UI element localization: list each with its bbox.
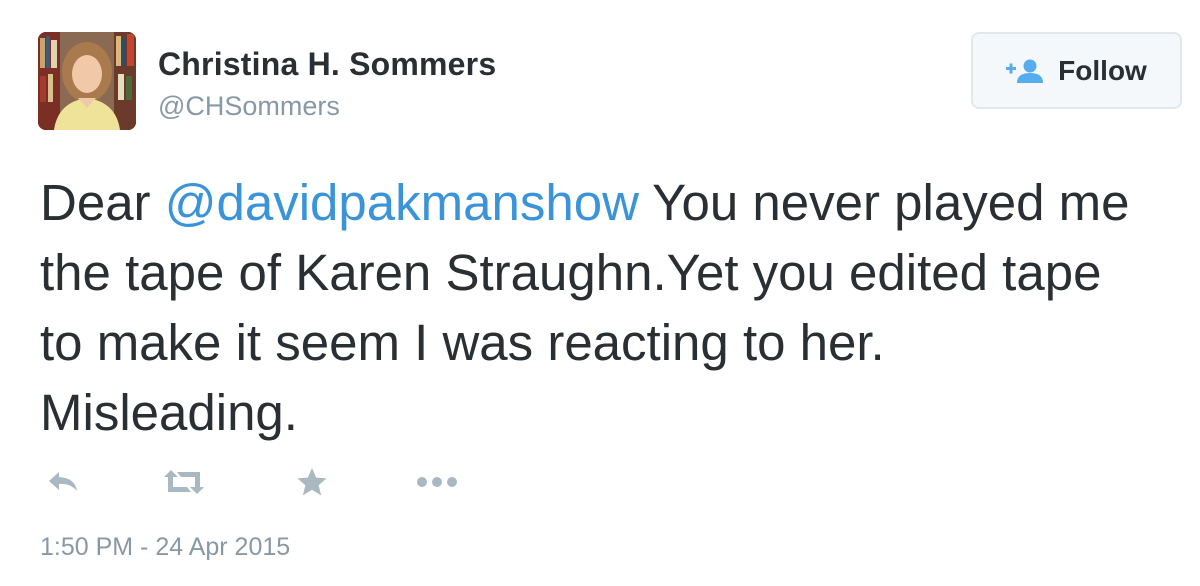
tweet-text: Dear @davidpakmanshow You never played m… [40,168,1150,448]
tweet-card: Christina H. Sommers @CHSommers Follow D… [0,0,1200,586]
star-icon [296,467,328,502]
more-button[interactable] [416,464,458,504]
avatar-image [38,32,136,130]
tweet-actions [46,464,466,504]
mention-link[interactable]: @davidpakmanshow [165,174,639,231]
retweet-button[interactable] [162,464,206,504]
user-name[interactable]: Christina H. Sommers [158,46,496,83]
tweet-timestamp[interactable]: 1:50 PM - 24 Apr 2015 [40,533,290,562]
follow-button[interactable]: Follow [971,32,1182,109]
avatar[interactable] [38,32,136,130]
reply-icon [46,469,80,500]
add-user-icon [1006,58,1044,84]
favorite-button[interactable] [296,464,328,504]
user-handle[interactable]: @CHSommers [158,91,340,122]
more-icon [416,475,458,494]
follow-button-label: Follow [1058,54,1147,86]
retweet-icon [162,468,206,501]
reply-button[interactable] [46,464,80,504]
tweet-text-before: Dear [40,174,165,231]
